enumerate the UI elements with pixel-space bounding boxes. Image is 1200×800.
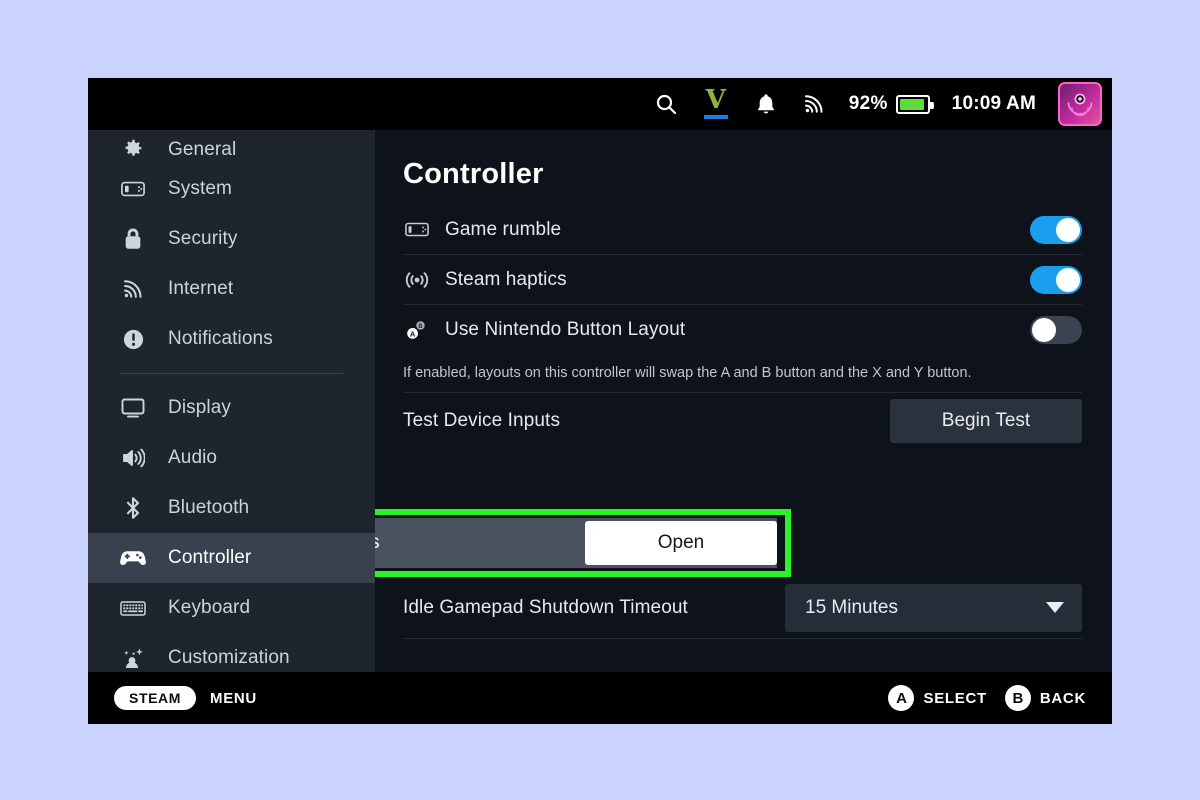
setting-label: Steam haptics [445, 268, 567, 290]
idle-timeout-select[interactable]: 15 Minutes [785, 583, 1082, 632]
steam-haptics-toggle[interactable] [1030, 265, 1082, 294]
status-bar: V 92% 10:09 AM [88, 78, 1112, 130]
setting-row-test-device-inputs[interactable]: Test Device Inputs Begin Test [403, 393, 1082, 449]
settings-sidebar[interactable]: General System Security Internet Notific… [88, 130, 375, 672]
sidebar-item-label: Customization [168, 647, 290, 668]
svg-text:B: B [418, 324, 423, 330]
battery-fill [899, 98, 924, 110]
sidebar-item-bluetooth[interactable]: Bluetooth [88, 483, 375, 533]
battery-percent-label: 92% [848, 93, 888, 114]
sidebar-item-controller[interactable]: Controller [88, 533, 375, 583]
speaker-icon [120, 445, 146, 471]
bottom-bar-right: A SELECT B BACK [888, 685, 1086, 711]
page-title: Controller [403, 158, 544, 190]
window-body: General System Security Internet Notific… [88, 130, 1112, 672]
toggle-knob [1056, 267, 1080, 292]
toggle-knob [1056, 217, 1080, 242]
back-hint: B BACK [1004, 685, 1086, 711]
chevron-down-icon [1046, 602, 1064, 613]
settings-content: Controller Game rumble Steam haptics B A… [375, 130, 1112, 672]
sidebar-item-customization[interactable]: Customization [88, 633, 375, 672]
bell-icon[interactable] [753, 91, 779, 117]
sidebar-item-label: Bluetooth [168, 497, 250, 518]
nintendo-layout-description: If enabled, layouts on this controller w… [403, 355, 1082, 393]
running-game-underline [703, 115, 728, 119]
deck-device-icon [403, 222, 431, 237]
menu-label: MENU [210, 689, 257, 707]
page-root: V 92% 10:09 AM General System Security I… [0, 0, 1200, 800]
gamepad-icon [120, 545, 146, 571]
battery-icon [895, 94, 934, 114]
alert-circle-icon [120, 326, 146, 352]
sidebar-item-label: Internet [168, 278, 234, 299]
setting-row-steam-haptics[interactable]: Steam haptics [403, 255, 1082, 305]
monitor-icon [120, 395, 146, 421]
a-button-icon: A [888, 685, 915, 711]
sidebar-item-label: Notifications [168, 328, 273, 349]
annotation-highlight-box [375, 509, 791, 577]
select-hint: A SELECT [888, 685, 986, 711]
sidebar-item-security[interactable]: Security [88, 214, 375, 264]
sidebar-item-label: General [168, 139, 237, 160]
steam-deck-window: V 92% 10:09 AM General System Security I… [88, 78, 1112, 724]
sidebar-item-audio[interactable]: Audio [88, 433, 375, 483]
sidebar-item-internet[interactable]: Internet [88, 264, 375, 314]
lock-icon [120, 226, 146, 252]
sidebar-item-keyboard[interactable]: Keyboard [88, 583, 375, 633]
sparkle-person-icon [120, 645, 146, 671]
select-label: SELECT [923, 689, 987, 707]
running-game-icon[interactable]: V [701, 87, 731, 121]
svg-text:A: A [410, 329, 416, 338]
setting-label: Idle Gamepad Shutdown Timeout [403, 596, 688, 618]
clock-label: 10:09 AM [951, 93, 1036, 114]
sidebar-item-display[interactable]: Display [88, 383, 375, 433]
bluetooth-icon [120, 495, 146, 521]
begin-test-button[interactable]: Begin Test [890, 399, 1082, 443]
setting-label: Use Nintendo Button Layout [445, 319, 686, 340]
sidebar-item-general[interactable]: General [88, 130, 375, 164]
b-button-icon: B [1004, 685, 1031, 711]
setting-label: Test Device Inputs [403, 410, 561, 431]
search-icon[interactable] [653, 91, 679, 117]
running-game-letter: V [705, 85, 726, 115]
battery-indicator: 92% [848, 93, 934, 115]
sidebar-divider [120, 373, 343, 374]
sidebar-item-label: Controller [168, 547, 252, 568]
sidebar-item-label: Keyboard [168, 597, 251, 618]
sidebar-item-label: Security [168, 228, 238, 249]
bottom-bar: STEAM MENU A SELECT B BACK [88, 672, 1112, 724]
focus-row-spacer [403, 449, 1082, 517]
sidebar-item-system[interactable]: System [88, 164, 375, 214]
sidebar-item-label: System [168, 178, 232, 199]
wifi-icon [120, 276, 146, 302]
setting-label: Game rumble [445, 218, 562, 240]
steam-button-badge[interactable]: STEAM [114, 686, 196, 710]
idle-timeout-value: 15 Minutes [805, 596, 898, 618]
setting-row-idle-timeout[interactable]: Idle Gamepad Shutdown Timeout 15 Minutes [403, 577, 1082, 639]
haptics-icon [403, 269, 431, 291]
game-rumble-toggle[interactable] [1030, 215, 1082, 244]
system-device-icon [120, 176, 146, 202]
toggle-knob [1032, 318, 1056, 342]
avatar[interactable] [1058, 82, 1102, 126]
wifi-icon[interactable] [801, 91, 827, 117]
bottom-bar-left: STEAM MENU [114, 686, 257, 710]
sidebar-item-notifications[interactable]: Notifications [88, 314, 375, 364]
ab-buttons-icon: B A [403, 318, 431, 342]
status-bar-items: V 92% 10:09 AM [653, 82, 1102, 126]
nintendo-layout-toggle[interactable] [1030, 316, 1082, 344]
sidebar-item-label: Audio [168, 447, 218, 468]
sidebar-item-label: Display [168, 397, 231, 418]
keyboard-icon [120, 595, 146, 621]
back-label: BACK [1039, 689, 1086, 707]
gear-icon [120, 135, 146, 161]
setting-row-game-rumble[interactable]: Game rumble [403, 205, 1082, 255]
setting-row-nintendo-layout[interactable]: B A Use Nintendo Button Layout [403, 305, 1082, 355]
